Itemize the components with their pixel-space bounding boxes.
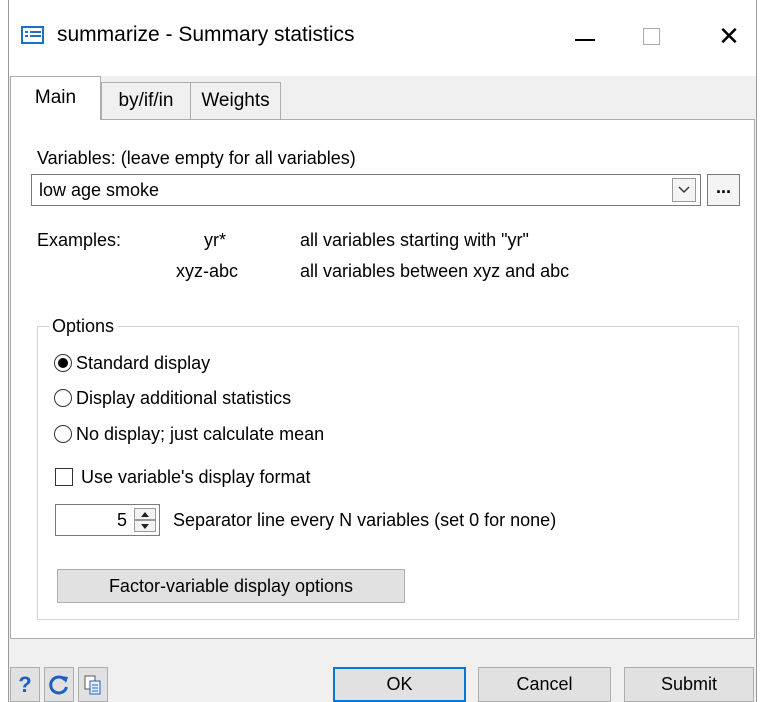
tab-weights[interactable]: Weights <box>190 82 281 120</box>
window-title: summarize - Summary statistics <box>57 23 355 46</box>
example-description: all variables starting with "yr" <box>300 230 529 250</box>
radio-additional-statistics-label: Display additional statistics <box>76 388 292 408</box>
variables-combobox[interactable]: low age smoke <box>31 174 701 206</box>
radio-additional-statistics[interactable] <box>54 389 72 407</box>
display-format-checkbox[interactable] <box>55 468 73 486</box>
examples-label: Examples: <box>37 230 122 250</box>
spin-up-button[interactable] <box>134 508 156 520</box>
variables-value: low age smoke <box>39 180 160 200</box>
tab-by-if-in[interactable]: by/if/in <box>101 82 191 120</box>
refresh-icon <box>49 675 68 694</box>
radio-standard-display[interactable] <box>54 354 72 372</box>
ok-button[interactable]: OK <box>333 667 466 702</box>
maximize-button[interactable] <box>631 18 671 54</box>
triangle-down-icon <box>141 523 149 529</box>
triangle-up-icon <box>141 511 149 517</box>
reset-button[interactable] <box>44 667 74 702</box>
example-pattern: yr* <box>204 230 226 250</box>
example-pattern: xyz-abc <box>176 261 239 281</box>
copy-icon <box>84 675 101 694</box>
question-mark-icon: ? <box>18 671 32 697</box>
radio-no-display-label: No display; just calculate mean <box>76 424 325 444</box>
spin-down-button[interactable] <box>134 520 156 532</box>
variables-label: Variables: (leave empty for all variable… <box>37 148 356 168</box>
minimize-icon <box>575 39 595 41</box>
combo-dropdown-button[interactable] <box>672 178 696 202</box>
minimize-button[interactable] <box>565 18 605 54</box>
radio-standard-display-label: Standard display <box>76 353 211 373</box>
title-bar[interactable]: summarize - Summary statistics ✕ <box>9 0 756 76</box>
radio-no-display[interactable] <box>54 425 72 443</box>
close-button[interactable]: ✕ <box>709 18 749 54</box>
cancel-button[interactable]: Cancel <box>478 667 611 702</box>
separator-label: Separator line every N variables (set 0 … <box>173 510 557 530</box>
close-icon: ✕ <box>718 21 740 51</box>
browse-variables-button[interactable]: ... <box>707 174 740 206</box>
submit-button[interactable]: Submit <box>624 667 754 702</box>
separator-value: 5 <box>116 510 127 530</box>
options-legend: Options <box>49 315 118 337</box>
copy-command-button[interactable] <box>78 667 108 702</box>
tab-main[interactable]: Main <box>10 76 101 120</box>
display-format-label: Use variable's display format <box>81 467 311 487</box>
dialog-app-icon <box>21 26 44 44</box>
factor-variable-display-options-button[interactable]: Factor-variable display options <box>57 569 405 603</box>
separator-stepper[interactable]: 5 <box>55 504 160 536</box>
maximize-icon <box>642 27 660 45</box>
example-description: all variables between xyz and abc <box>300 261 570 281</box>
chevron-down-icon <box>678 186 690 193</box>
help-button[interactable]: ? <box>10 667 40 702</box>
